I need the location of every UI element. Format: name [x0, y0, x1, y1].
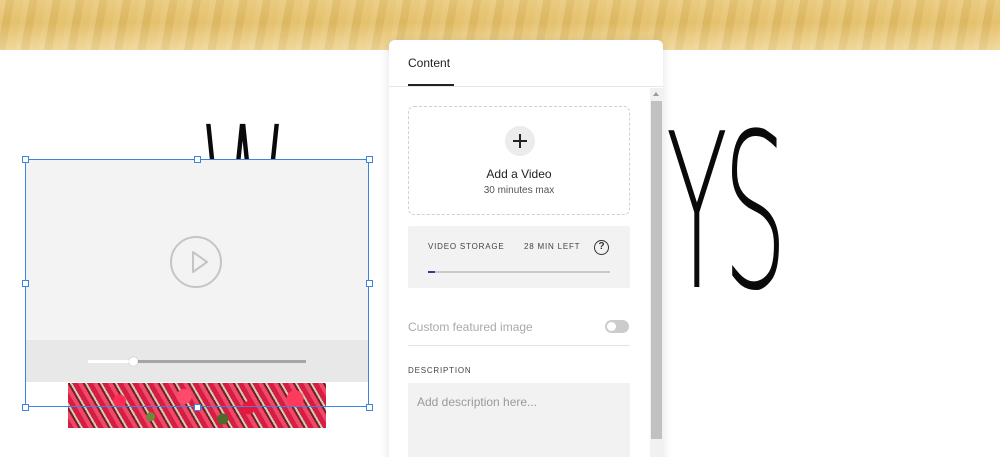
video-storage-remaining: 28 MIN LEFT — [524, 242, 581, 251]
storage-progress-fill — [428, 270, 436, 273]
add-video-title: Add a Video — [486, 167, 552, 181]
divider — [408, 345, 630, 346]
page-canvas: W YS Content — [0, 0, 1000, 457]
selection-frame — [22, 156, 373, 411]
resize-handle-bottom-left[interactable] — [22, 404, 29, 411]
help-icon[interactable]: ? — [594, 240, 609, 255]
page-heading-right: YS — [666, 87, 787, 338]
add-video-dropzone[interactable]: Add a Video 30 minutes max — [408, 106, 630, 215]
active-tab-indicator — [408, 84, 454, 86]
description-input[interactable] — [408, 383, 630, 457]
add-video-limit: 30 minutes max — [483, 185, 555, 196]
video-storage-card: VIDEO STORAGE 28 MIN LEFT ? — [408, 226, 630, 288]
plus-icon[interactable] — [505, 126, 535, 156]
resize-handle-bottom-right[interactable] — [366, 404, 373, 411]
resize-handle-right[interactable] — [366, 280, 373, 287]
custom-featured-image-label: Custom featured image — [408, 320, 533, 334]
resize-handle-top-left[interactable] — [22, 156, 29, 163]
scrollbar-thumb[interactable] — [651, 101, 662, 439]
resize-handle-bottom[interactable] — [194, 404, 201, 411]
resize-handle-left[interactable] — [22, 280, 29, 287]
custom-featured-image-toggle[interactable] — [605, 320, 629, 333]
resize-handle-top-right[interactable] — [366, 156, 373, 163]
resize-handle-top[interactable] — [194, 156, 201, 163]
toggle-knob — [607, 322, 616, 331]
tab-content[interactable]: Content — [408, 56, 450, 70]
scroll-up-arrow-icon[interactable] — [653, 92, 659, 96]
panel-scrollbar[interactable] — [650, 88, 663, 457]
storage-progress-bar — [428, 270, 610, 273]
video-storage-label: VIDEO STORAGE — [428, 242, 505, 251]
video-settings-panel: Content Add a Video 30 minutes max VIDEO… — [389, 40, 663, 457]
description-label: DESCRIPTION — [408, 366, 472, 375]
tab-bar: Content — [389, 40, 663, 87]
